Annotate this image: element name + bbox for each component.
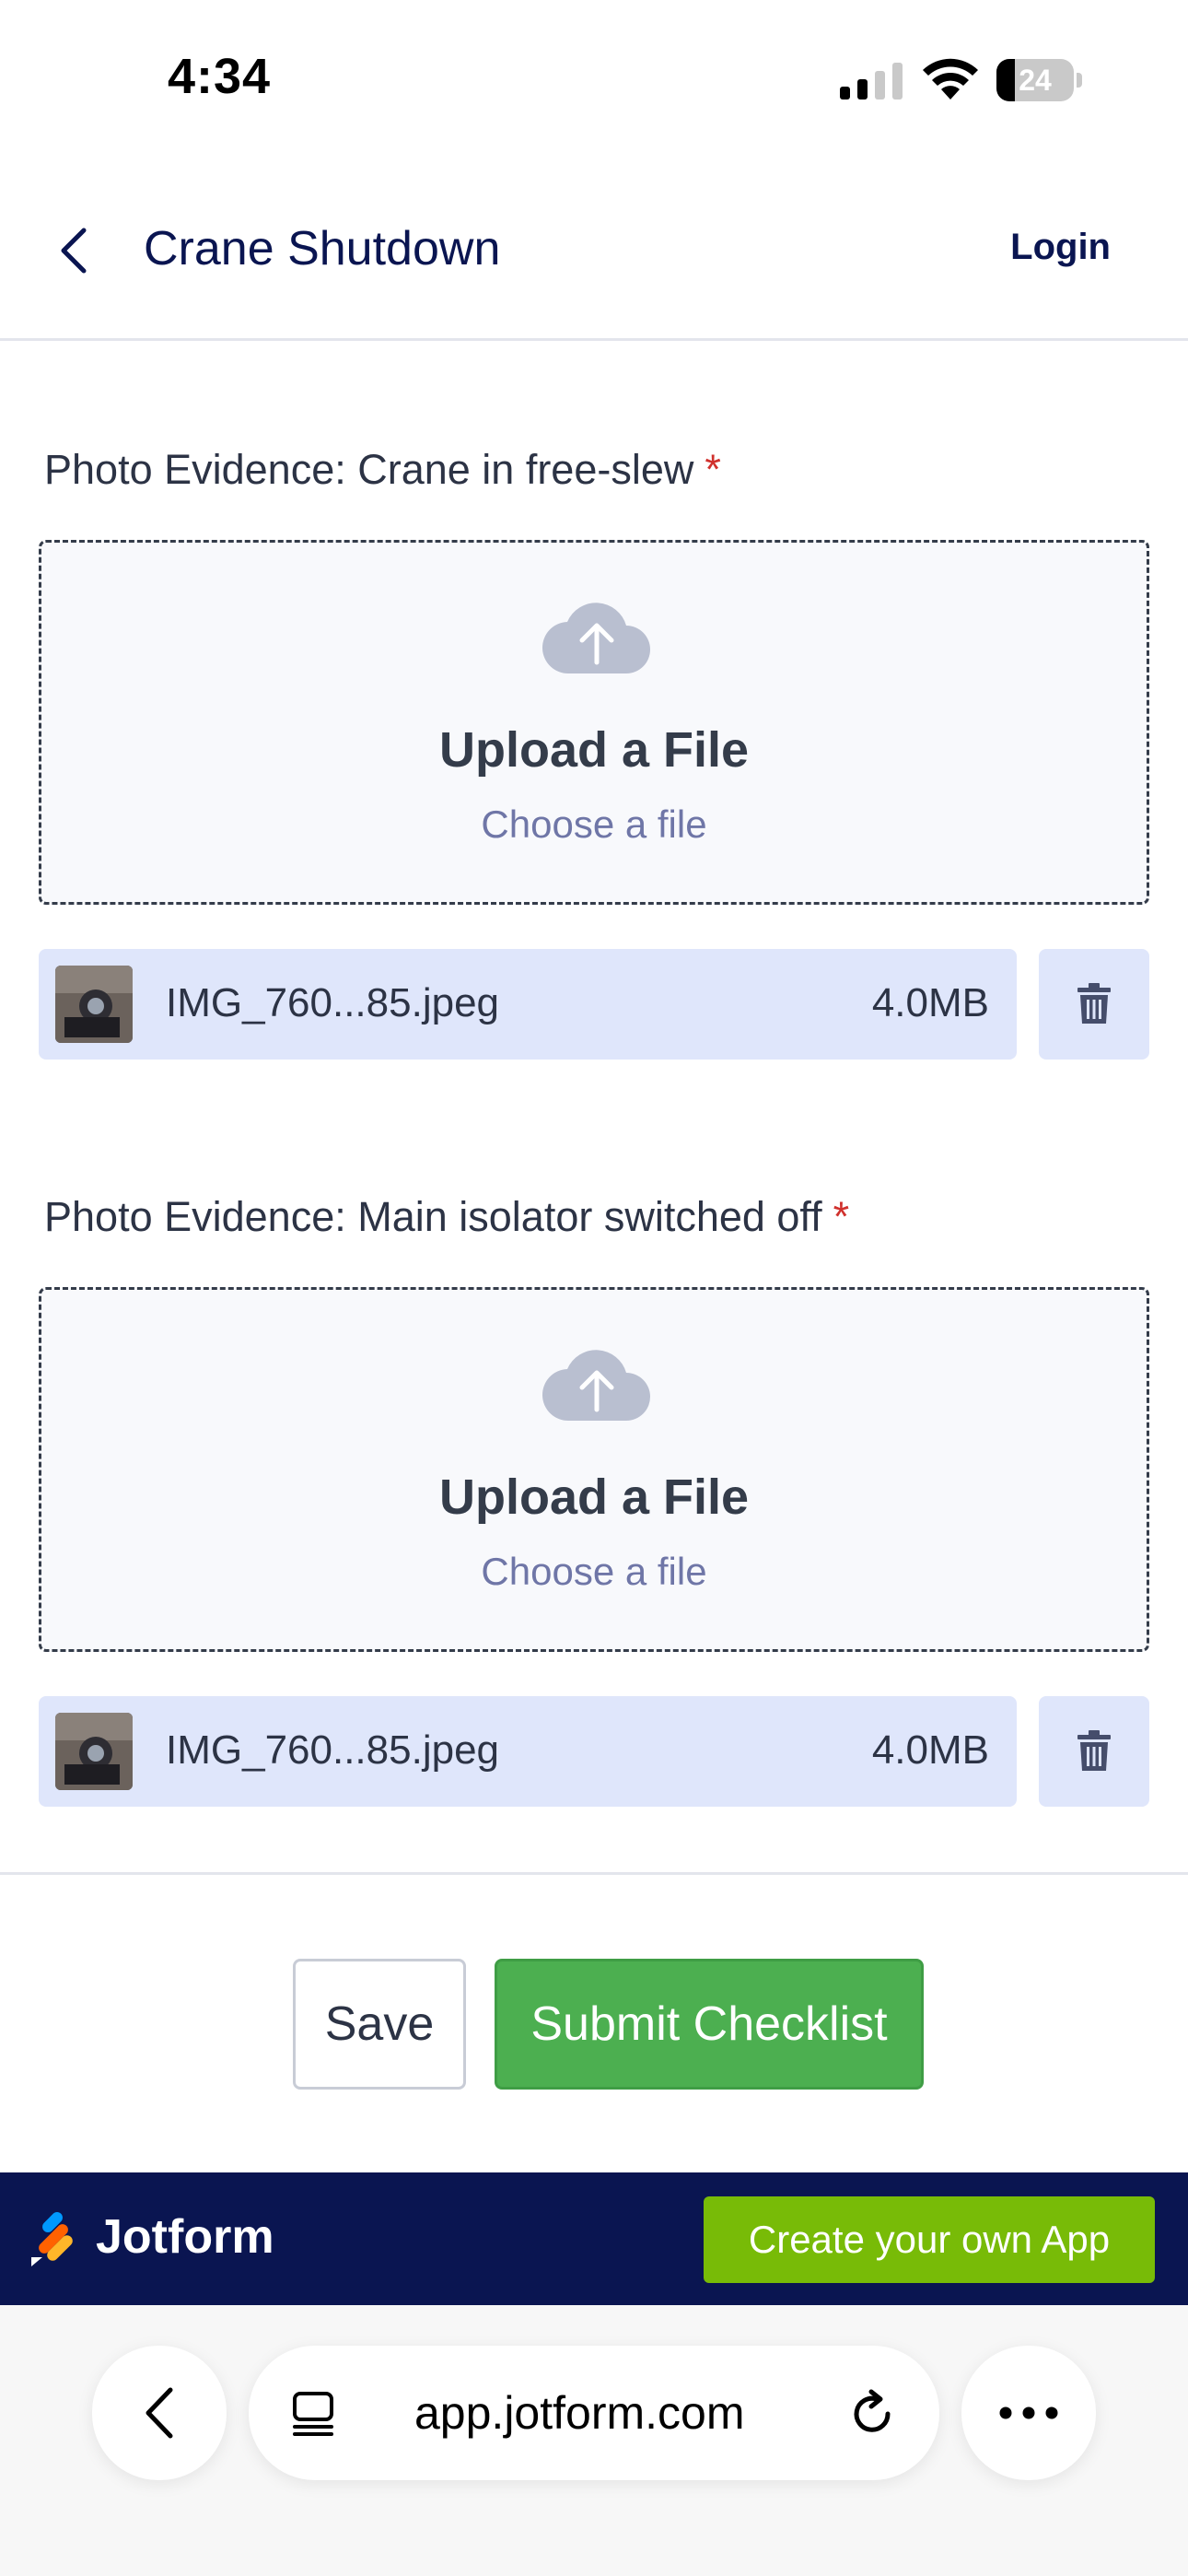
file-name: IMG_760...85.jpeg bbox=[166, 980, 500, 1025]
chevron-left-icon bbox=[61, 228, 87, 274]
browser-back-button[interactable] bbox=[92, 2346, 227, 2480]
file-size: 4.0MB bbox=[871, 980, 989, 1025]
file-thumbnail bbox=[55, 966, 133, 1043]
delete-file-button[interactable] bbox=[1039, 949, 1149, 1060]
reload-icon[interactable] bbox=[847, 2388, 899, 2440]
status-bar: 4:34 24 bbox=[0, 0, 1188, 157]
required-asterisk: * bbox=[705, 446, 721, 493]
address-bar[interactable]: app.jotform.com bbox=[249, 2346, 939, 2480]
back-button[interactable] bbox=[46, 223, 101, 278]
file-name: IMG_760...85.jpeg bbox=[166, 1727, 500, 1773]
tabs-icon bbox=[293, 2392, 333, 2436]
app-header: Crane Shutdown Login bbox=[0, 166, 1188, 341]
battery-icon: 24 bbox=[996, 59, 1082, 101]
jotform-logo-icon bbox=[31, 2212, 73, 2266]
file-dropzone[interactable]: Upload a File Choose a file bbox=[39, 540, 1149, 905]
uploaded-file-row: IMG_760...85.jpeg 4.0MB bbox=[39, 949, 1017, 1060]
wifi-icon bbox=[923, 58, 978, 100]
jotform-banner: Jotform Create your own App bbox=[0, 2172, 1188, 2305]
more-options-button[interactable] bbox=[961, 2346, 1096, 2480]
required-asterisk: * bbox=[833, 1193, 850, 1240]
login-button[interactable]: Login bbox=[1010, 227, 1111, 268]
cloud-upload-icon bbox=[542, 603, 650, 674]
choose-file-link[interactable]: Choose a file bbox=[41, 802, 1147, 847]
cellular-signal-icon bbox=[840, 63, 903, 100]
submit-checklist-button[interactable]: Submit Checklist bbox=[495, 1959, 924, 2090]
upload-title: Upload a File bbox=[438, 722, 750, 778]
uploaded-file-row: IMG_760...85.jpeg 4.0MB bbox=[39, 1696, 1017, 1807]
url-text: app.jotform.com bbox=[414, 2387, 745, 2439]
save-button[interactable]: Save bbox=[293, 1959, 466, 2090]
field-label: Photo Evidence: Crane in free-slew * bbox=[44, 446, 721, 493]
cloud-upload-icon bbox=[542, 1350, 650, 1422]
page-title: Crane Shutdown bbox=[144, 222, 501, 275]
jotform-brand-name: Jotform bbox=[96, 2210, 274, 2264]
trash-icon bbox=[1077, 1730, 1111, 1771]
trash-icon bbox=[1077, 983, 1111, 1024]
chevron-left-icon bbox=[146, 2387, 173, 2439]
battery-percentage: 24 bbox=[1019, 64, 1052, 97]
ellipsis-icon bbox=[999, 2406, 1058, 2419]
delete-file-button[interactable] bbox=[1039, 1696, 1149, 1807]
file-size: 4.0MB bbox=[871, 1727, 989, 1773]
upload-title: Upload a File bbox=[438, 1469, 750, 1525]
browser-toolbar: app.jotform.com bbox=[0, 2305, 1188, 2576]
choose-file-link[interactable]: Choose a file bbox=[41, 1550, 1147, 1594]
file-dropzone[interactable]: Upload a File Choose a file bbox=[39, 1287, 1149, 1652]
status-time: 4:34 bbox=[168, 49, 272, 104]
field-label: Photo Evidence: Main isolator switched o… bbox=[44, 1193, 850, 1240]
file-thumbnail bbox=[55, 1713, 133, 1790]
section-divider bbox=[0, 1872, 1188, 1875]
create-app-button[interactable]: Create your own App bbox=[704, 2196, 1155, 2283]
